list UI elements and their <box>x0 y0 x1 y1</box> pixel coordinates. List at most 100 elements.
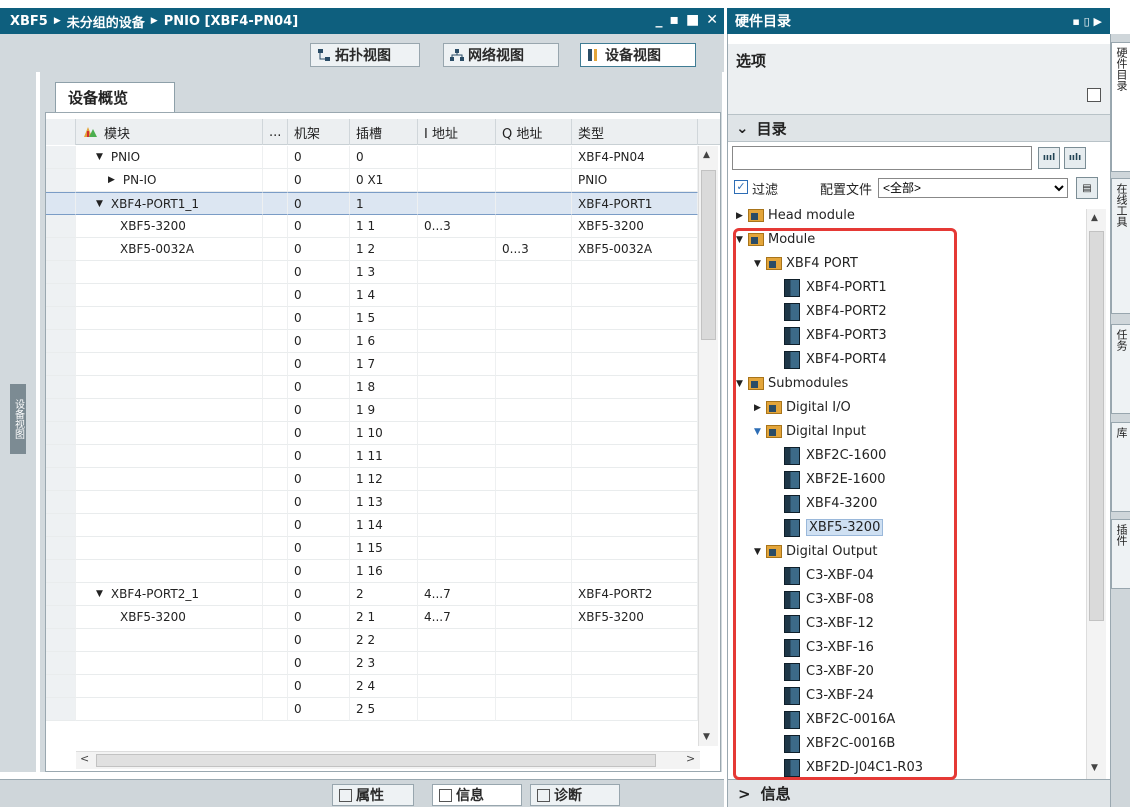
column-header-more[interactable]: ... <box>263 119 288 145</box>
table-row[interactable]: ▼ XBF4-PORT1_1 0 1 XBF4-PORT1 <box>46 192 720 215</box>
cell-i[interactable] <box>418 629 496 652</box>
catalog-tree-item[interactable]: ▶ Digital I/O <box>754 396 851 419</box>
cell-module[interactable] <box>76 537 263 560</box>
cell-q[interactable] <box>496 583 572 606</box>
cell-i[interactable] <box>418 238 496 261</box>
scroll-thumb[interactable] <box>701 170 716 340</box>
cell-rack[interactable]: 0 <box>288 330 350 353</box>
cell-i[interactable] <box>418 307 496 330</box>
minimize-button[interactable]: _ <box>656 12 663 28</box>
column-header-module[interactable]: 模块 <box>76 119 263 145</box>
breadcrumb-item-project[interactable]: XBF5 <box>10 14 48 29</box>
cell-slot[interactable]: 2 <box>350 583 418 606</box>
table-row[interactable]: 01 10 <box>46 422 720 445</box>
column-header-slot[interactable]: 插槽 <box>350 119 418 145</box>
cell-type[interactable] <box>572 629 698 652</box>
cell-more[interactable] <box>263 192 288 215</box>
cell-q[interactable] <box>496 422 572 445</box>
expanded-icon[interactable]: ▼ <box>736 235 748 245</box>
cell-more[interactable] <box>263 675 288 698</box>
catalog-tree-item[interactable]: C3-XBF-16 <box>772 636 874 659</box>
table-row[interactable]: 01 4 <box>46 284 720 307</box>
close-button[interactable]: ✕ <box>706 12 718 28</box>
cell-module[interactable] <box>76 514 263 537</box>
cell-rack[interactable]: 0 <box>288 169 350 192</box>
cell-type[interactable]: XBF4-PORT2 <box>572 583 698 606</box>
expanded-icon[interactable]: ▼ <box>754 259 766 269</box>
cell-i[interactable] <box>418 514 496 537</box>
cell-rack[interactable]: 0 <box>288 238 350 261</box>
expanded-icon[interactable]: ▼ <box>96 589 103 599</box>
cell-module[interactable]: ▼ XBF4-PORT1_1 <box>76 192 263 215</box>
cell-module[interactable] <box>76 675 263 698</box>
cell-module[interactable] <box>76 445 263 468</box>
cell-i[interactable] <box>418 376 496 399</box>
vertical-tab[interactable]: 在线工具 <box>1111 178 1130 314</box>
cell-more[interactable] <box>263 629 288 652</box>
cell-more[interactable] <box>263 560 288 583</box>
cell-module[interactable] <box>76 284 263 307</box>
cell-module[interactable] <box>76 652 263 675</box>
cell-slot[interactable]: 0 <box>350 146 418 169</box>
table-row[interactable]: 01 12 <box>46 468 720 491</box>
cell-type[interactable] <box>572 376 698 399</box>
column-header-rack[interactable]: 机架 <box>288 119 350 145</box>
table-row[interactable]: 01 6 <box>46 330 720 353</box>
scroll-left-icon[interactable]: < <box>80 752 89 765</box>
cell-q[interactable] <box>496 215 572 238</box>
cell-slot[interactable]: 2 5 <box>350 698 418 721</box>
properties-tab[interactable]: 属性 <box>332 784 414 806</box>
table-row[interactable]: 02 5 <box>46 698 720 721</box>
cell-rack[interactable]: 0 <box>288 629 350 652</box>
breadcrumb-item-group[interactable]: 未分组的设备 <box>67 12 145 31</box>
cell-rack[interactable]: 0 <box>288 445 350 468</box>
table-row[interactable]: 02 2 <box>46 629 720 652</box>
cell-rack[interactable]: 0 <box>288 652 350 675</box>
cell-i[interactable] <box>418 675 496 698</box>
cell-module[interactable]: XBF5-0032A <box>76 238 263 261</box>
cell-i[interactable] <box>418 146 496 169</box>
cell-slot[interactable]: 0 X1 <box>350 169 418 192</box>
cell-q[interactable] <box>496 537 572 560</box>
table-row[interactable]: 01 11 <box>46 445 720 468</box>
cell-more[interactable] <box>263 606 288 629</box>
filter-checkbox[interactable]: ✓ <box>734 180 748 194</box>
scroll-thumb[interactable] <box>1089 231 1104 621</box>
vertical-tab[interactable]: 库 <box>1111 422 1130 512</box>
catalog-section-header[interactable]: ⌄ 目录 <box>728 114 1111 142</box>
cell-rack[interactable]: 0 <box>288 606 350 629</box>
cell-more[interactable] <box>263 537 288 560</box>
cell-slot[interactable]: 1 2 <box>350 238 418 261</box>
table-row[interactable]: 02 4 <box>46 675 720 698</box>
cell-rack[interactable]: 0 <box>288 307 350 330</box>
catalog-tree-item[interactable]: C3-XBF-08 <box>772 588 874 611</box>
cell-more[interactable] <box>263 330 288 353</box>
cell-i[interactable] <box>418 192 496 215</box>
cell-slot[interactable]: 1 4 <box>350 284 418 307</box>
maximize-button[interactable]: ■ <box>686 12 699 28</box>
profile-select[interactable]: <全部> <box>878 178 1068 198</box>
cell-module[interactable] <box>76 491 263 514</box>
cell-module[interactable] <box>76 307 263 330</box>
profile-settings-icon[interactable]: ▤ <box>1076 177 1098 199</box>
cell-more[interactable] <box>263 468 288 491</box>
cell-q[interactable] <box>496 468 572 491</box>
cell-module[interactable]: ▼ XBF4-PORT2_1 <box>76 583 263 606</box>
cell-i[interactable] <box>418 261 496 284</box>
cell-i[interactable] <box>418 330 496 353</box>
cell-module[interactable] <box>76 468 263 491</box>
device-view-tab[interactable]: 设备视图 <box>580 43 696 67</box>
cell-more[interactable] <box>263 445 288 468</box>
cell-rack[interactable]: 0 <box>288 560 350 583</box>
device-overview-tab[interactable]: 设备概览 <box>55 82 175 112</box>
graphic-view-collapsed-pane[interactable]: 设备视图 <box>0 72 36 772</box>
cell-q[interactable] <box>496 698 572 721</box>
cell-type[interactable] <box>572 261 698 284</box>
table-horizontal-scrollbar[interactable]: < > <box>76 751 700 769</box>
cell-q[interactable]: 0...3 <box>496 238 572 261</box>
cell-more[interactable] <box>263 146 288 169</box>
catalog-tree-item[interactable]: C3-XBF-20 <box>772 660 874 683</box>
catalog-tree-item[interactable]: XBF4-PORT2 <box>772 300 887 323</box>
cell-rack[interactable]: 0 <box>288 583 350 606</box>
cell-type[interactable]: XBF5-3200 <box>572 606 698 629</box>
